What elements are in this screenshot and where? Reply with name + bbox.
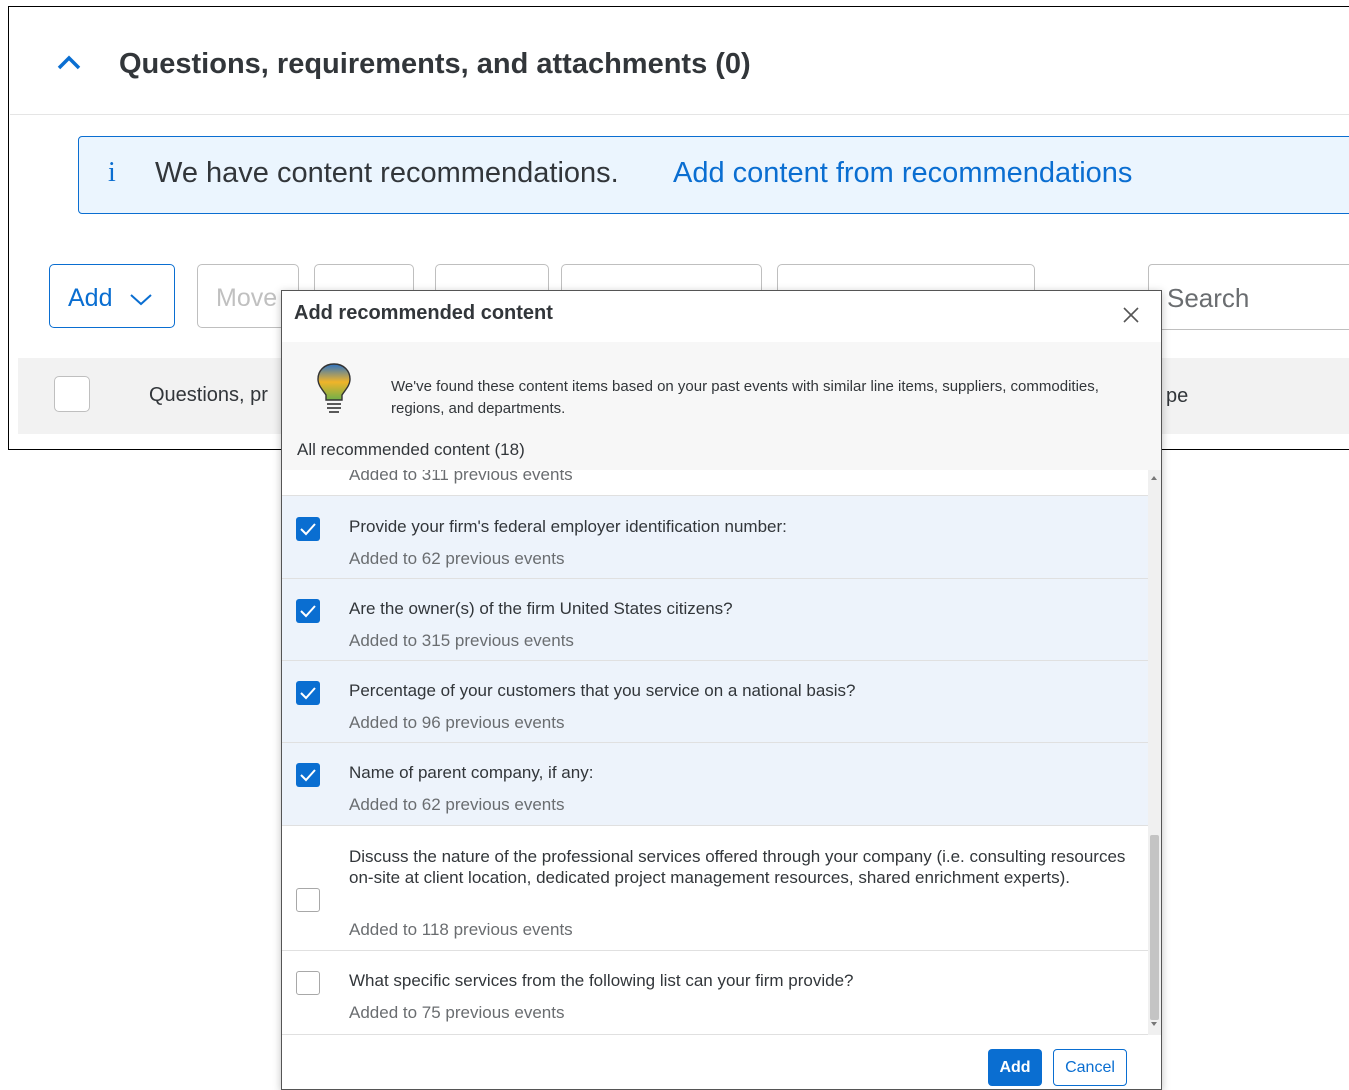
recommended-count: All recommended content (18)	[297, 440, 525, 459]
scroll-down-arrow-icon[interactable]	[1151, 1022, 1157, 1026]
add-recommended-content-dialog: Add recommended content We've found thes…	[281, 290, 1162, 1090]
dialog-banner: We've found these content items based on…	[282, 342, 1161, 470]
checkmark-icon	[300, 687, 316, 700]
list-item[interactable]: Provide your firm's federal employer ide…	[282, 496, 1148, 579]
list-item[interactable]: Added to 311 previous events	[282, 470, 1148, 496]
item-title: Discuss the nature of the professional s…	[349, 847, 1126, 887]
list-item[interactable]: Percentage of your customers that you se…	[282, 661, 1148, 743]
item-title: Percentage of your customers that you se…	[349, 681, 856, 700]
move-button-label: Move	[216, 284, 278, 312]
item-usage: Added to 118 previous events	[349, 920, 573, 939]
list-item[interactable]: Name of parent company, if any: Added to…	[282, 743, 1148, 826]
list-item[interactable]: Discuss the nature of the professional s…	[282, 826, 1148, 951]
add-button-label: Add	[68, 284, 113, 312]
add-dropdown-button[interactable]: Add	[49, 264, 175, 328]
item-checkbox[interactable]	[296, 681, 320, 705]
item-title: What specific services from the followin…	[349, 971, 854, 990]
item-usage: Added to 315 previous events	[349, 631, 574, 650]
column-header-type[interactable]: pe	[1166, 385, 1188, 408]
item-usage: Added to 62 previous events	[349, 795, 565, 814]
item-checkbox[interactable]	[296, 599, 320, 623]
chevron-up-icon[interactable]	[56, 52, 82, 72]
item-title: Provide your firm's federal employer ide…	[349, 517, 787, 536]
item-checkbox[interactable]	[296, 888, 320, 912]
add-button[interactable]: Add	[988, 1049, 1042, 1086]
recommendation-info-strip: i We have content recommendations. Add c…	[78, 136, 1349, 214]
search-input[interactable]: Search	[1148, 264, 1349, 330]
item-title: Name of parent company, if any:	[349, 763, 594, 782]
cancel-button[interactable]: Cancel	[1053, 1049, 1127, 1086]
info-icon: i	[108, 157, 116, 188]
item-checkbox[interactable]	[296, 763, 320, 787]
section-header[interactable]: Questions, requirements, and attachments…	[10, 8, 1349, 115]
info-text: We have content recommendations.	[155, 157, 619, 189]
scrollbar-thumb[interactable]	[1150, 835, 1159, 1020]
recommendation-list: Added to 311 previous events Provide you…	[282, 470, 1148, 1035]
search-placeholder: Search	[1167, 283, 1250, 313]
section-title: Questions, requirements, and attachments…	[119, 48, 751, 80]
dialog-title: Add recommended content	[294, 302, 553, 324]
column-header-questions[interactable]: Questions, pr	[149, 384, 268, 407]
checkmark-icon	[300, 523, 316, 536]
list-item[interactable]: Are the owner(s) of the firm United Stat…	[282, 579, 1148, 661]
item-checkbox[interactable]	[296, 971, 320, 995]
scroll-up-arrow-icon[interactable]	[1151, 476, 1157, 480]
list-scrollbar[interactable]	[1148, 470, 1161, 1035]
item-usage: Added to 96 previous events	[349, 713, 565, 732]
dialog-header: Add recommended content	[282, 291, 1161, 341]
chevron-down-icon	[130, 294, 152, 306]
lightbulb-icon	[317, 363, 351, 413]
item-usage: Added to 62 previous events	[349, 549, 565, 568]
checkmark-icon	[300, 769, 316, 782]
item-usage: Added to 311 previous events	[349, 470, 573, 484]
item-checkbox[interactable]	[296, 517, 320, 541]
close-icon[interactable]	[1120, 304, 1142, 326]
list-item[interactable]: What specific services from the followin…	[282, 951, 1148, 1035]
add-from-recommendations-link[interactable]: Add content from recommendations	[673, 157, 1132, 190]
item-title: Are the owner(s) of the firm United Stat…	[349, 599, 733, 618]
item-usage: Added to 75 previous events	[349, 1003, 565, 1022]
checkmark-icon	[300, 605, 316, 618]
select-all-checkbox[interactable]	[54, 376, 90, 412]
banner-description: We've found these content items based on…	[391, 378, 1099, 417]
